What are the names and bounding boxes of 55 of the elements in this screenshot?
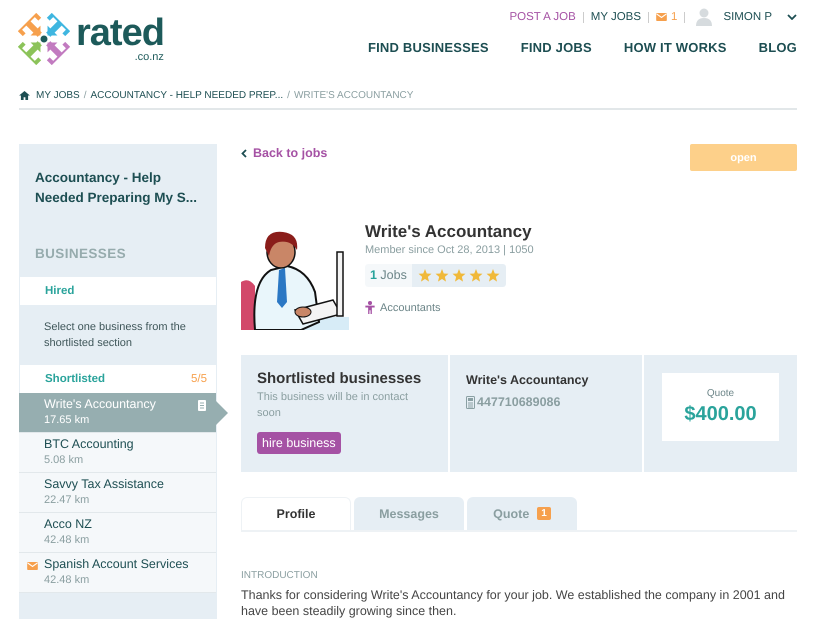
user-menu[interactable]: SIMON P [723, 11, 772, 23]
group-count: 5/5 [191, 373, 207, 385]
business-item[interactable]: Spanish Account Services 42.48 km [19, 553, 216, 593]
current-page-label: WRITE'S ACCOUNTANCY [294, 90, 414, 101]
business-item[interactable]: Acco NZ 42.48 km [19, 513, 216, 553]
count-badge: 1 [537, 507, 551, 520]
phone-number: 447710689086 [477, 395, 560, 409]
hint-text: Select one business from the shortlisted section [43, 320, 187, 351]
person-icon [365, 301, 375, 314]
logo-icon [18, 13, 70, 65]
logo-text: rated [76, 15, 164, 51]
star-icon [434, 269, 449, 282]
breadcrumb-separator: / [287, 90, 290, 101]
section-title: BUSINESSES [35, 246, 128, 261]
nav-link[interactable]: HOW IT WORKS [624, 40, 727, 55]
panel-title: Shortlisted businesses [257, 370, 422, 387]
introduction-text: Thanks for considering Write's Accountancy for your job. We established the company in 2001 and have been steadily growing since then. [241, 587, 786, 619]
star-icon [468, 269, 483, 282]
nav-link[interactable]: FIND JOBS [520, 40, 592, 55]
star-icon [486, 269, 500, 282]
chevron-down-icon[interactable] [787, 14, 797, 20]
business-name: Write's Accountancy [365, 222, 533, 242]
business-item[interactable]: Savvy Tax Assistance 22.47 km [19, 473, 216, 513]
star-icon [418, 269, 432, 282]
member-since: Member since Oct 28, 2013 | 1050 [365, 244, 534, 256]
nav-link[interactable]: BLOG [758, 40, 797, 55]
chevron-left-icon [241, 148, 247, 158]
note-icon [198, 400, 206, 411]
job-title: Accountancy - Help Needed Preparing My S... [35, 169, 198, 207]
hire-business-button[interactable]: hire business [257, 432, 341, 454]
top-link[interactable]: MY JOBS [590, 11, 642, 23]
phone-icon [466, 396, 475, 408]
nav-link[interactable]: FIND BUSINESSES [368, 40, 489, 55]
category-label: Accountants [380, 302, 441, 314]
panel-subtitle: This business will be in contact soon [257, 390, 410, 421]
introduction-label: INTRODUCTION [241, 570, 319, 581]
group-label: Hired [45, 285, 74, 297]
quote-amount: $400.00 [684, 403, 757, 426]
quote-label: Quote [706, 388, 734, 399]
logo-domain: .co.nz [134, 51, 164, 63]
breadcrumb-link[interactable]: MY JOBS [36, 90, 80, 101]
breadcrumb-link[interactable]: ACCOUNTANCY - HELP NEEDED PREP... [90, 90, 284, 101]
status-badge: open [690, 144, 797, 171]
home-icon[interactable] [19, 91, 30, 100]
business-item[interactable]: BTC Accounting 5.08 km [19, 433, 216, 473]
top-link[interactable]: POST A JOB [509, 11, 576, 23]
back-link[interactable]: Back to jobs [241, 146, 328, 160]
star-icon [452, 269, 466, 282]
breadcrumb-separator: / [84, 90, 86, 101]
group-label: Shortlisted [45, 373, 106, 385]
business-name: Write's Accountancy [466, 373, 590, 387]
envelope-icon [656, 13, 668, 21]
tab[interactable]: Profile [241, 497, 351, 530]
avatar-icon [696, 8, 712, 26]
jobs-count: 1 Jobs [365, 264, 412, 287]
